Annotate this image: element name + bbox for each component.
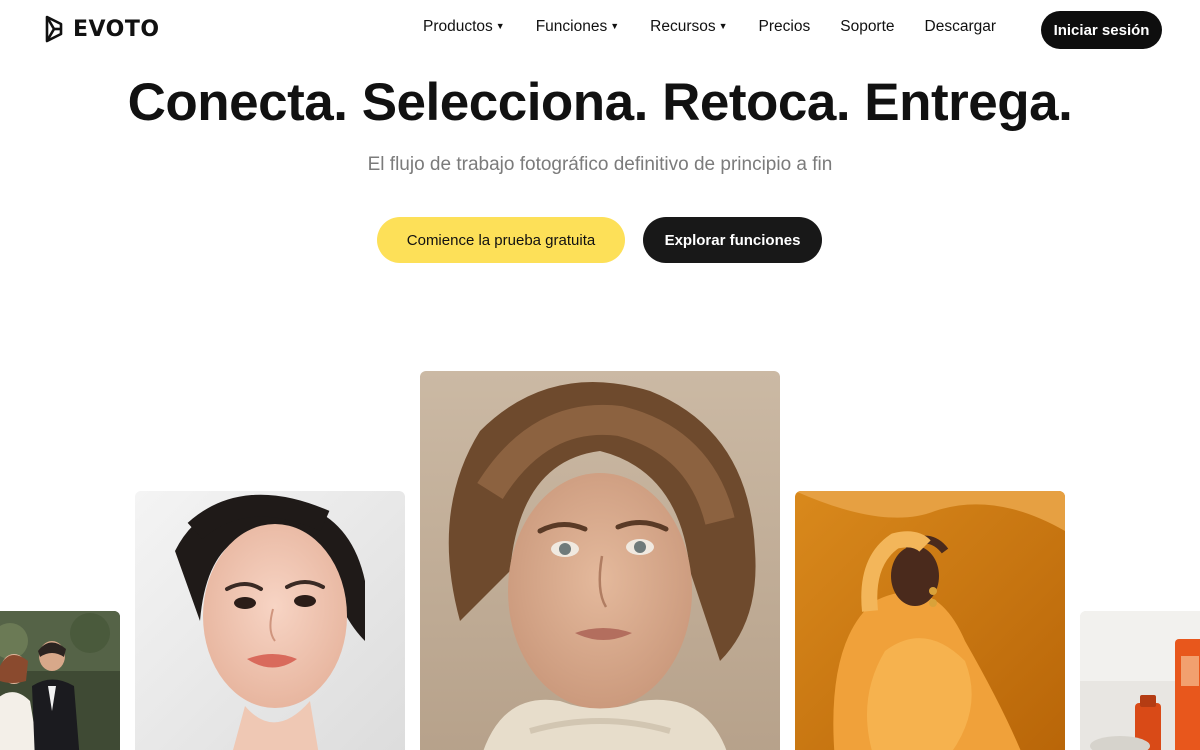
hero-title: Conecta. Selecciona. Retoca. Entrega. <box>127 73 1073 132</box>
nav-item-label: Precios <box>758 18 811 35</box>
site-header: EVOTO Productos ▼ Funciones ▼ Recursos ▼… <box>0 0 1200 60</box>
nav-item-label: Funciones <box>535 18 608 35</box>
nav-item-label: Descargar <box>924 18 997 35</box>
caret-down-icon: ▼ <box>718 21 728 31</box>
nav-item-productos[interactable]: Productos ▼ <box>423 18 505 36</box>
hero-subtitle: El flujo de trabajo fotográfico definiti… <box>367 154 833 175</box>
brand-name: EVOTO <box>73 16 160 42</box>
nav-item-descargar[interactable]: Descargar <box>925 18 997 36</box>
nav-item-soporte[interactable]: Soporte <box>840 18 894 36</box>
brand-logo[interactable]: EVOTO <box>43 14 160 44</box>
nav-item-precios[interactable]: Precios <box>759 18 811 36</box>
caret-down-icon: ▼ <box>495 21 505 31</box>
gallery-image-asian-portrait <box>135 491 405 750</box>
gallery-image-orange-fashion-portrait <box>795 491 1065 750</box>
nav-item-label: Recursos <box>650 18 716 35</box>
gallery-image-freckled-woman-portrait <box>420 371 780 750</box>
main-nav: Productos ▼ Funciones ▼ Recursos ▼ Preci… <box>423 18 996 36</box>
explore-features-button[interactable]: Explorar funciones <box>643 217 822 263</box>
start-free-trial-button[interactable]: Comience la prueba gratuita <box>377 217 625 263</box>
caret-down-icon: ▼ <box>610 21 620 31</box>
nav-item-recursos[interactable]: Recursos ▼ <box>650 18 727 36</box>
nav-item-funciones[interactable]: Funciones ▼ <box>536 18 619 36</box>
nav-item-label: Productos <box>423 18 493 35</box>
nav-item-label: Soporte <box>840 18 895 35</box>
gallery-image-product-still-life <box>1080 611 1200 750</box>
gallery-image-wedding-couple <box>0 611 120 750</box>
login-button[interactable]: Iniciar sesión <box>1041 11 1162 49</box>
evoto-logo-icon <box>45 15 63 43</box>
